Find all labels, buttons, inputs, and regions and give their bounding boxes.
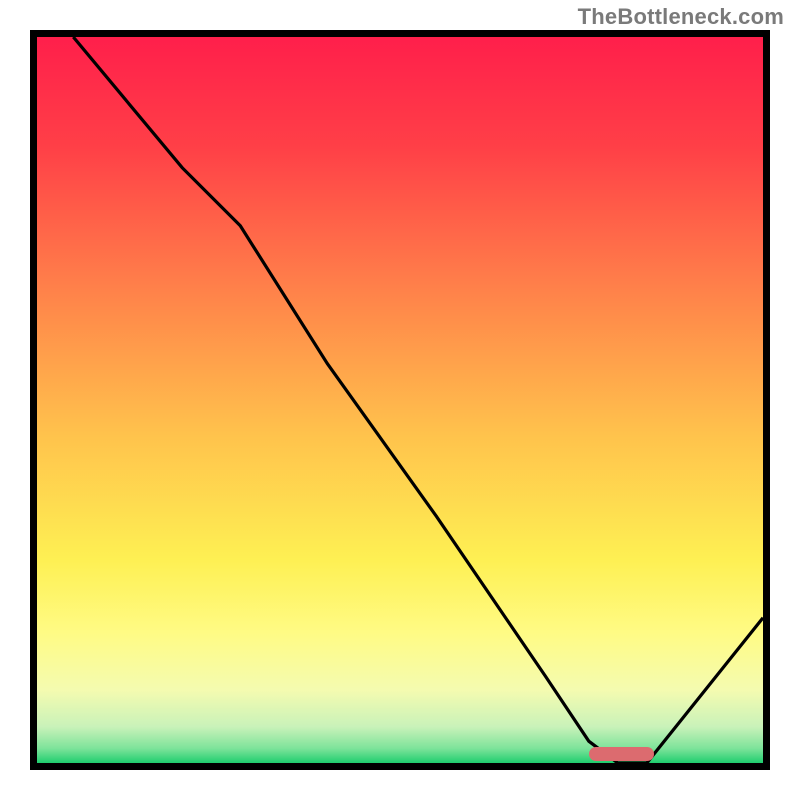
chart-frame xyxy=(30,30,770,770)
chart-curve xyxy=(37,37,763,763)
optimum-marker xyxy=(589,747,654,761)
watermark-text: TheBottleneck.com xyxy=(578,4,784,30)
